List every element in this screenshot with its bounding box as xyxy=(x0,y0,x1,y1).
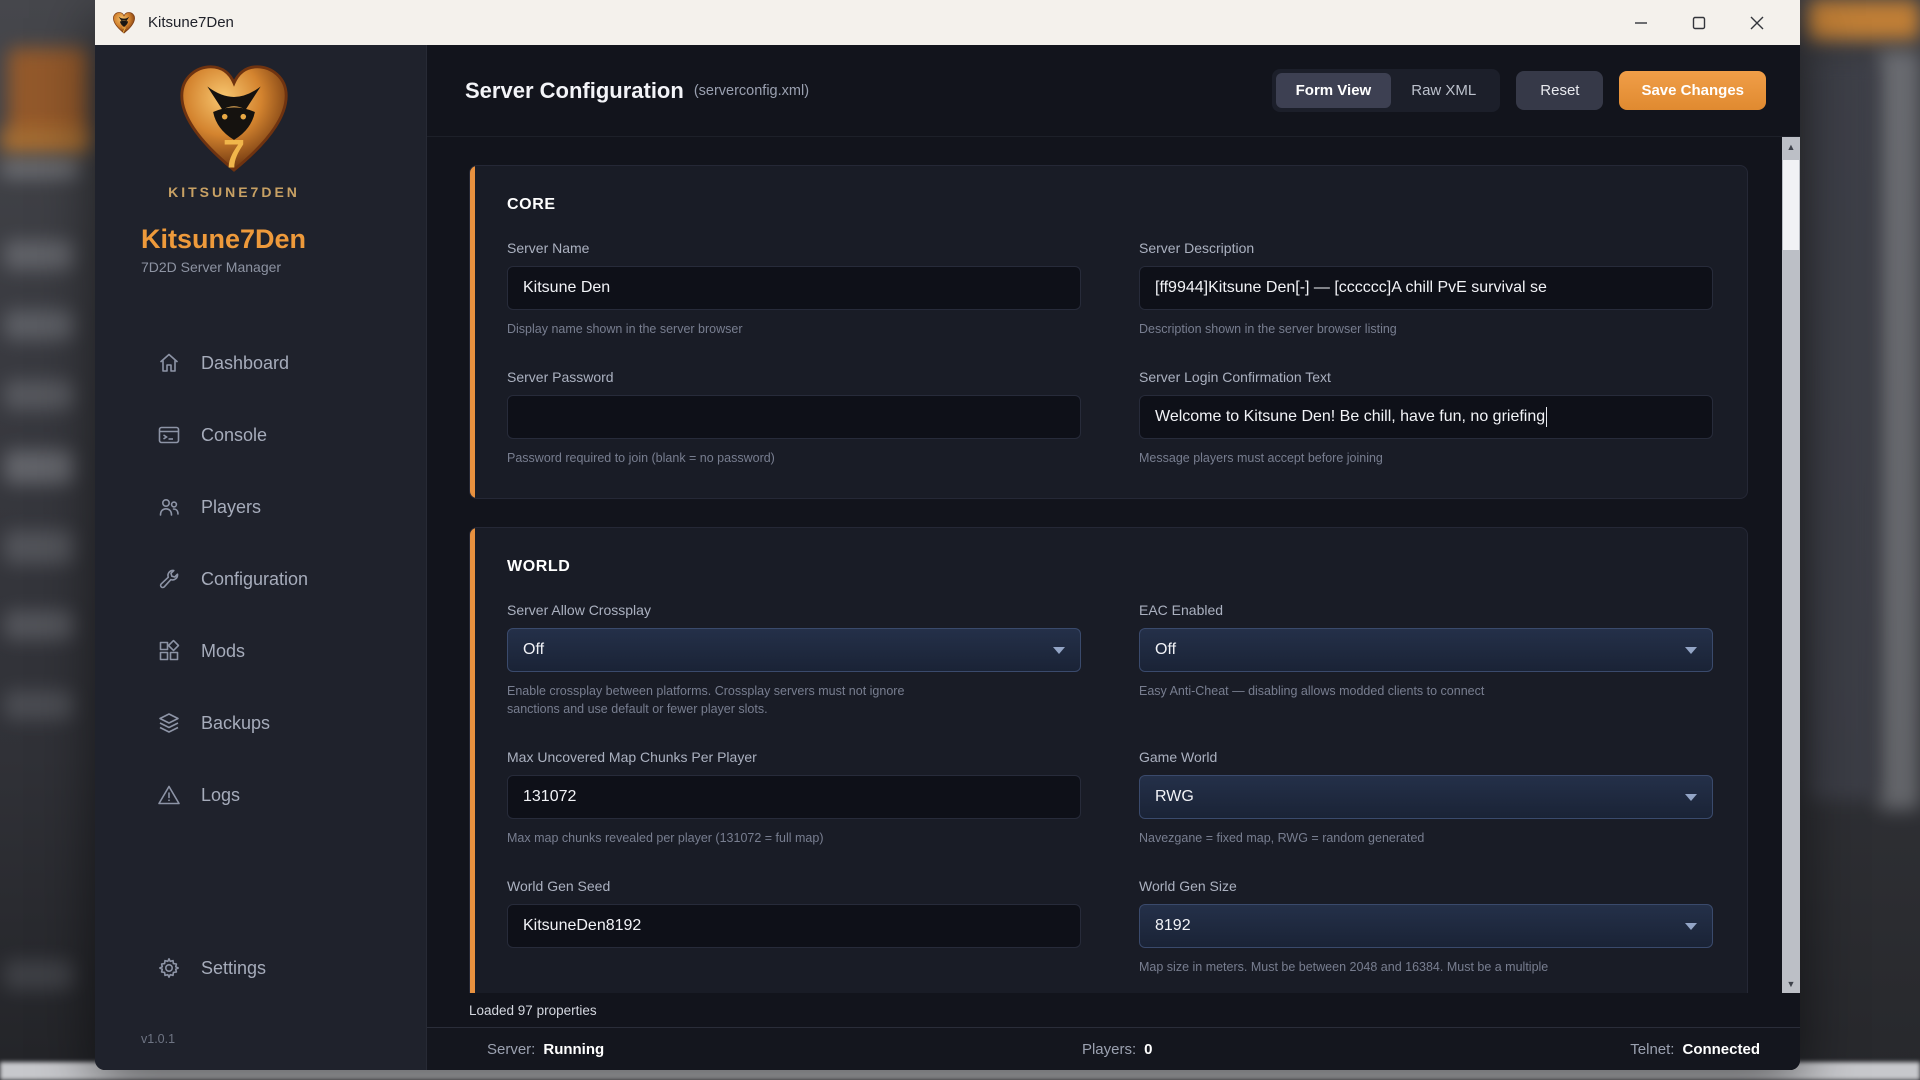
gear-icon xyxy=(157,956,181,980)
loaded-properties-text: Loaded 97 properties xyxy=(427,993,1800,1027)
chevron-down-icon xyxy=(1685,646,1697,654)
server-status: Server: Running xyxy=(487,1040,605,1058)
page-header: Server Configuration (serverconfig.xml) … xyxy=(427,45,1800,137)
field-eac-enabled: EAC Enabled Off Easy Anti-Cheat — disabl… xyxy=(1139,602,1713,720)
field-server-description: Server Description [ff9944]Kitsune Den[-… xyxy=(1139,240,1713,339)
game-world-dropdown[interactable]: RWG xyxy=(1139,775,1713,819)
sidebar-item-label: Configuration xyxy=(201,568,309,589)
background-blur-left xyxy=(0,0,96,1080)
eac-dropdown[interactable]: Off xyxy=(1139,627,1713,672)
section-title: WORLD xyxy=(507,557,571,575)
layers-icon xyxy=(157,711,181,735)
main-panel: Server Configuration (serverconfig.xml) … xyxy=(427,45,1800,1070)
sidebar-item-dashboard[interactable]: Dashboard xyxy=(95,327,426,399)
crossplay-dropdown[interactable]: Off xyxy=(507,627,1081,672)
logo-caption: KITSUNE7DEN xyxy=(168,184,300,200)
save-changes-button[interactable]: Save Changes xyxy=(1619,71,1766,110)
scrollbar-track[interactable] xyxy=(1782,156,1800,974)
sidebar-item-label: Players xyxy=(201,496,262,517)
status-bar: Server: Running Players: 0 Telnet: Connecte… xyxy=(427,1027,1800,1070)
chevron-down-icon xyxy=(1685,794,1697,801)
server-password-input[interactable] xyxy=(507,394,1081,439)
sidebar-item-label: Mods xyxy=(201,640,246,661)
config-scroll-area: CORE Server Name Kitsune Den Display nam… xyxy=(427,137,1800,993)
players-icon xyxy=(157,495,181,519)
app-heart-logo-icon: 7 xyxy=(113,11,135,34)
fox-heart-logo-icon: 7 xyxy=(180,65,288,177)
tab-form-view[interactable]: Form View xyxy=(1275,73,1392,108)
app-window: 7 Kitsune7Den 7 KITSUNE7DEN Kitsune7Den … xyxy=(95,0,1800,1070)
field-server-password: Server Password Password required to joi… xyxy=(507,369,1081,468)
sidebar-item-players[interactable]: Players xyxy=(95,471,426,543)
section-card-world: WORLD Server Allow Crossplay Off Enable … xyxy=(469,526,1748,993)
tab-raw-xml[interactable]: Raw XML xyxy=(1391,73,1496,108)
home-icon xyxy=(157,351,181,375)
section-card-core: CORE Server Name Kitsune Den Display nam… xyxy=(469,165,1748,499)
vertical-scrollbar[interactable]: ▲ ▼ xyxy=(1782,137,1800,993)
players-status: Players: 0 xyxy=(1081,1040,1153,1058)
app-version: v1.0.1 xyxy=(141,1032,176,1046)
close-icon xyxy=(1750,16,1764,29)
chevron-down-icon xyxy=(1685,922,1697,930)
field-game-world: Game World RWG Navezgane = fixed map, RW… xyxy=(1139,749,1713,848)
login-confirmation-input[interactable]: Welcome to Kitsune Den! Be chill, have f… xyxy=(1139,394,1713,439)
page-title: Server Configuration xyxy=(465,77,684,103)
sidebar-item-label: Dashboard xyxy=(201,352,290,373)
sidebar-item-label: Console xyxy=(201,424,268,445)
world-gen-size-dropdown[interactable]: 8192 xyxy=(1139,903,1713,948)
window-titlebar[interactable]: 7 Kitsune7Den xyxy=(95,0,1800,45)
server-description-input[interactable]: [ff9944]Kitsune Den[-] — [cccccc]A chill… xyxy=(1139,266,1713,310)
sidebar-item-configuration[interactable]: Configuration xyxy=(95,543,426,615)
field-server-allow-crossplay: Server Allow Crossplay Off Enable crossp… xyxy=(507,602,1081,720)
sidebar-item-backups[interactable]: Backups xyxy=(95,687,426,759)
svg-text:7: 7 xyxy=(122,25,126,34)
field-world-gen-seed: World Gen Seed KitsuneDen8192 xyxy=(507,878,1081,977)
sidebar-item-label: Logs xyxy=(201,784,241,805)
telnet-status: Telnet: Connected xyxy=(1630,1040,1760,1058)
scroll-up-arrow-icon[interactable]: ▲ xyxy=(1782,137,1800,156)
sidebar-item-settings[interactable]: Settings xyxy=(95,932,426,1004)
section-title: CORE xyxy=(507,196,556,213)
sidebar-nav: Dashboard Console Players Configuration … xyxy=(95,327,426,831)
maximize-button[interactable] xyxy=(1670,0,1728,45)
app-logo: 7 KITSUNE7DEN xyxy=(139,61,329,200)
minimize-button[interactable] xyxy=(1612,0,1670,45)
sidebar-item-console[interactable]: Console xyxy=(95,399,426,471)
sidebar-item-label: Settings xyxy=(201,957,267,978)
window-title: Kitsune7Den xyxy=(148,14,234,31)
wrench-icon xyxy=(157,567,181,591)
maximize-icon xyxy=(1692,16,1706,29)
field-server-name: Server Name Kitsune Den Display name sho… xyxy=(507,240,1081,339)
scroll-down-arrow-icon[interactable]: ▼ xyxy=(1782,974,1800,993)
text-cursor xyxy=(1546,406,1548,427)
scrollbar-thumb[interactable] xyxy=(1783,160,1799,250)
field-world-gen-size: World Gen Size 8192 Map size in meters. … xyxy=(1139,878,1713,977)
svg-text:7: 7 xyxy=(223,133,245,177)
console-icon xyxy=(157,423,181,447)
field-max-uncovered-chunks: Max Uncovered Map Chunks Per Player 1310… xyxy=(507,749,1081,848)
page-subtitle: (serverconfig.xml) xyxy=(693,82,810,99)
close-button[interactable] xyxy=(1728,0,1786,45)
sidebar: 7 KITSUNE7DEN Kitsune7Den 7D2D Server Ma… xyxy=(95,45,427,1070)
chevron-down-icon xyxy=(1053,646,1065,654)
max-chunks-input[interactable]: 131072 xyxy=(507,775,1081,819)
world-gen-seed-input[interactable]: KitsuneDen8192 xyxy=(507,903,1081,948)
server-name-input[interactable]: Kitsune Den xyxy=(507,266,1081,310)
view-mode-toggle: Form View Raw XML xyxy=(1271,69,1501,112)
mods-grid-icon xyxy=(157,639,181,663)
sidebar-item-mods[interactable]: Mods xyxy=(95,615,426,687)
app-subtitle: 7D2D Server Manager xyxy=(141,259,282,275)
reset-button[interactable]: Reset xyxy=(1516,71,1604,110)
app-name: Kitsune7Den xyxy=(141,224,307,254)
warning-triangle-icon xyxy=(157,783,181,807)
minimize-icon xyxy=(1635,21,1647,24)
background-blur-right xyxy=(1800,0,1920,1080)
sidebar-item-logs[interactable]: Logs xyxy=(95,759,426,831)
field-login-confirmation: Server Login Confirmation Text Welcome t… xyxy=(1139,369,1713,468)
sidebar-item-label: Backups xyxy=(201,712,271,733)
